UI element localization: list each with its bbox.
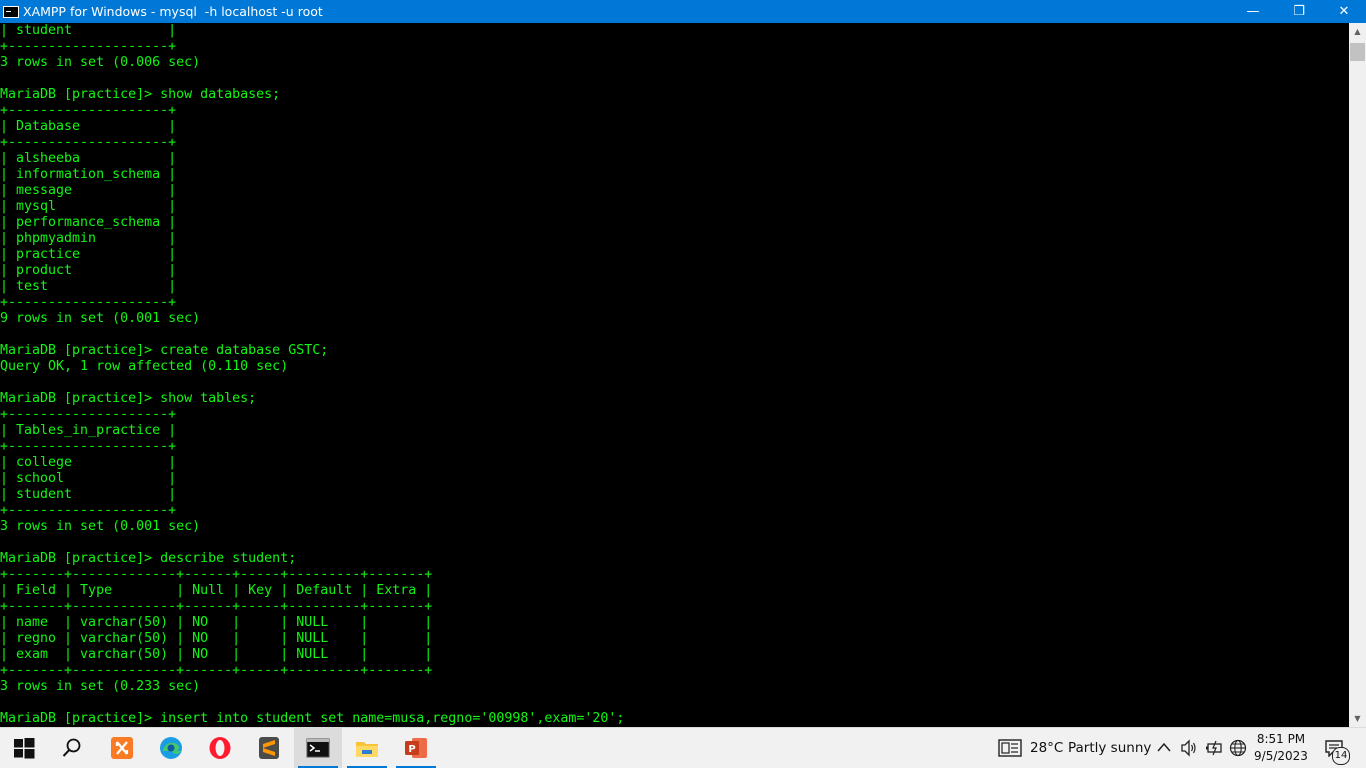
powerpoint-icon: P [405, 738, 427, 758]
console-line: +--------------------+ [0, 439, 177, 454]
console-line: +--------------------+ [0, 135, 177, 150]
taskbar-powerpoint[interactable]: P [392, 728, 440, 768]
svg-text:P: P [408, 744, 415, 755]
console-line: | information_schema | [0, 167, 177, 182]
clock-time: 8:51 PM [1256, 732, 1306, 746]
console-line: | practice | [0, 247, 177, 262]
taskbar-command-prompt[interactable] [294, 728, 342, 768]
file-explorer-icon [356, 742, 378, 757]
console-line: | student | [0, 23, 177, 38]
restore-button[interactable]: ❐ [1276, 0, 1322, 23]
console-line: 3 rows in set (0.233 sec) [0, 679, 201, 694]
console-line: | regno | varchar(50) | NO | | NULL | | [0, 631, 433, 646]
volume-icon[interactable] [1180, 739, 1198, 757]
console-line: 3 rows in set (0.006 sec) [0, 55, 201, 70]
console-line: | name | varchar(50) | NO | | NULL | | [0, 615, 433, 630]
weather-condition[interactable]: Partly sunny [1068, 740, 1151, 756]
battery-charging-icon[interactable] [1205, 740, 1223, 756]
taskbar-edge[interactable] [147, 728, 195, 768]
vertical-scrollbar[interactable]: ▲ ▼ [1349, 23, 1366, 727]
taskbar-xampp[interactable] [98, 728, 146, 768]
console-line: | performance_schema | [0, 215, 177, 230]
console-line: | Tables_in_practice | [0, 423, 177, 438]
news-and-interests-icon[interactable] [998, 739, 1022, 757]
console-line: MariaDB [practice]> describe student; [0, 551, 297, 566]
console-line: MariaDB [practice]> insert into student … [0, 711, 625, 726]
close-button[interactable]: ✕ [1322, 0, 1366, 23]
xampp-icon [111, 737, 133, 759]
console-line: | exam | varchar(50) | NO | | NULL | | [0, 647, 433, 662]
console-line: | phpmyadmin | [0, 231, 177, 246]
search-icon [62, 738, 81, 757]
window-title: XAMPP for Windows - mysql -h localhost -… [23, 4, 323, 19]
edge-icon [160, 737, 182, 759]
console-line: +-------+-------------+------+-----+----… [0, 599, 433, 614]
console-line: +--------------------+ [0, 39, 177, 54]
window-title-bar[interactable]: XAMPP for Windows - mysql -h localhost -… [0, 0, 1366, 23]
console-line: +--------------------+ [0, 103, 177, 118]
console-line: +-------+-------------+------+-----+----… [0, 663, 433, 678]
console-line: +--------------------+ [0, 295, 177, 310]
console-line: MariaDB [practice]> show tables; [0, 391, 257, 406]
console-app-icon[interactable] [3, 5, 19, 18]
minimize-icon: — [1246, 4, 1260, 19]
console-output[interactable]: | student | +--------------------+ 3 rows … [0, 23, 1349, 727]
console-line: +--------------------+ [0, 407, 177, 422]
console-line: | Field | Type | Null | Key | Default | … [0, 583, 433, 598]
console-line: | Database | [0, 119, 177, 134]
minimize-button[interactable]: — [1230, 0, 1276, 23]
command-prompt-icon [306, 738, 330, 758]
console-line: | test | [0, 279, 177, 294]
sublime-text-icon [259, 737, 279, 759]
restore-icon: ❐ [1293, 4, 1305, 19]
console-line: | message | [0, 183, 177, 198]
action-center-button[interactable]: 14 [1318, 728, 1366, 768]
console-line: | product | [0, 263, 177, 278]
show-hidden-icons-chevron-up-icon[interactable] [1157, 742, 1171, 752]
system-clock[interactable]: 8:51 PM 9/5/2023 [1250, 731, 1312, 765]
taskbar-opera[interactable] [196, 728, 244, 768]
console-line: 3 rows in set (0.001 sec) [0, 519, 201, 534]
start-button[interactable] [0, 728, 48, 768]
console-line: +--------------------+ [0, 503, 177, 518]
taskbar: P 28°C Partly sunny 8:51 PM 9/5/2023 14 [0, 727, 1366, 768]
notification-count-badge: 14 [1332, 747, 1350, 765]
console-line: Query OK, 1 row affected (0.110 sec) [0, 359, 289, 374]
windows-start-icon [14, 738, 35, 759]
console-line: | alsheeba | [0, 151, 177, 166]
window-controls: — ❐ ✕ [1230, 0, 1366, 23]
taskbar-sublime-text[interactable] [245, 728, 293, 768]
console-line: | mysql | [0, 199, 177, 214]
console-line: MariaDB [practice]> create database GSTC… [0, 343, 329, 358]
console-line: | college | [0, 455, 177, 470]
console-line: 9 rows in set (0.001 sec) [0, 311, 201, 326]
scroll-up-arrow-icon[interactable]: ▲ [1349, 23, 1366, 40]
console-line: MariaDB [practice]> show databases; [0, 87, 281, 102]
network-globe-icon[interactable] [1229, 739, 1247, 757]
opera-icon [209, 737, 231, 759]
taskbar-file-explorer[interactable] [343, 728, 391, 768]
weather-temperature[interactable]: 28°C [1030, 740, 1063, 756]
console-line: | school | [0, 471, 177, 486]
scroll-thumb[interactable] [1350, 43, 1365, 61]
close-icon: ✕ [1338, 4, 1350, 19]
clock-date: 9/5/2023 [1254, 749, 1308, 763]
console-line: +-------+-------------+------+-----+----… [0, 567, 433, 582]
console-line: | student | [0, 487, 177, 502]
scroll-down-arrow-icon[interactable]: ▼ [1349, 710, 1366, 727]
taskbar-search-button[interactable] [48, 728, 96, 768]
